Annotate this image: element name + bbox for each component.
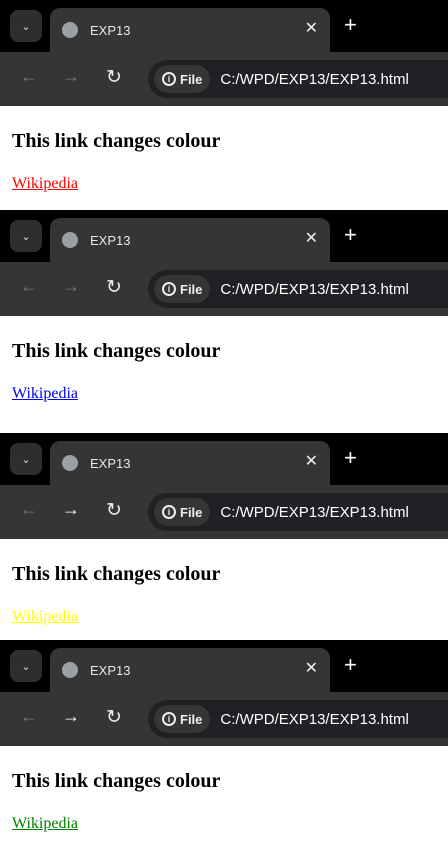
chevron-down-icon: ⌄: [21, 453, 31, 466]
close-icon[interactable]: ✕: [305, 228, 318, 248]
chevron-down-icon: ⌄: [21, 660, 31, 673]
plus-icon[interactable]: +: [344, 445, 357, 471]
address-bar[interactable]: i File C:/WPD/EXP13/EXP13.html: [148, 700, 448, 738]
file-chip-label: File: [180, 71, 203, 87]
toolbar: ← → ↻ i File C:/WPD/EXP13/EXP13.html: [0, 262, 448, 316]
tab-strip: ⌄ EXP13 ✕ +: [0, 0, 448, 52]
tab-search-button[interactable]: ⌄: [10, 10, 42, 42]
url-text[interactable]: C:/WPD/EXP13/EXP13.html: [220, 504, 408, 521]
tab-strip: ⌄ EXP13 ✕ +: [0, 640, 448, 692]
globe-icon: [62, 22, 78, 38]
close-icon[interactable]: ✕: [305, 18, 318, 38]
tab-strip: ⌄ EXP13 ✕ +: [0, 210, 448, 262]
tab-title: EXP13: [90, 22, 131, 38]
url-text[interactable]: C:/WPD/EXP13/EXP13.html: [220, 711, 408, 728]
reload-icon[interactable]: ↻: [106, 66, 122, 89]
arrow-right-icon[interactable]: →: [62, 66, 80, 87]
tab-search-button[interactable]: ⌄: [10, 220, 42, 252]
address-bar[interactable]: i File C:/WPD/EXP13/EXP13.html: [148, 270, 448, 308]
info-icon: i: [162, 712, 176, 726]
page-heading: This link changes colour: [12, 563, 221, 585]
wikipedia-link[interactable]: Wikipedia: [12, 815, 78, 833]
page-content: This link changes colour Wikipedia: [0, 316, 448, 403]
info-icon: i: [162, 72, 176, 86]
arrow-left-icon[interactable]: ←: [20, 499, 38, 520]
arrow-right-icon[interactable]: →: [62, 276, 80, 297]
reload-icon[interactable]: ↻: [106, 706, 122, 729]
tab-title: EXP13: [90, 455, 131, 471]
address-bar[interactable]: i File C:/WPD/EXP13/EXP13.html: [148, 493, 448, 531]
wikipedia-link[interactable]: Wikipedia: [12, 608, 78, 626]
tab-exp13[interactable]: EXP13 ✕: [50, 441, 330, 485]
toolbar: ← → ↻ i File C:/WPD/EXP13/EXP13.html: [0, 692, 448, 746]
reload-icon[interactable]: ↻: [106, 276, 122, 299]
arrow-left-icon[interactable]: ←: [20, 276, 38, 297]
browser-window: ⌄ EXP13 ✕ + ← → ↻ i File C:/WPD/EXP13/EX…: [0, 210, 448, 426]
plus-icon[interactable]: +: [344, 222, 357, 248]
plus-icon[interactable]: +: [344, 652, 357, 678]
url-text[interactable]: C:/WPD/EXP13/EXP13.html: [220, 281, 408, 298]
tab-exp13[interactable]: EXP13 ✕: [50, 218, 330, 262]
info-icon: i: [162, 505, 176, 519]
file-chip-label: File: [180, 281, 203, 297]
browser-window: ⌄ EXP13 ✕ + ← → ↻ i File C:/WPD/EXP13/EX…: [0, 0, 448, 210]
page-content: This link changes colour Wikipedia: [0, 746, 448, 833]
site-info-button[interactable]: i File: [154, 705, 211, 733]
close-icon[interactable]: ✕: [305, 451, 318, 471]
tab-search-button[interactable]: ⌄: [10, 443, 42, 475]
file-chip-label: File: [180, 711, 203, 727]
site-info-button[interactable]: i File: [154, 275, 211, 303]
page-heading: This link changes colour: [12, 130, 221, 152]
toolbar: ← → ↻ i File C:/WPD/EXP13/EXP13.html: [0, 52, 448, 106]
globe-icon: [62, 232, 78, 248]
file-chip-label: File: [180, 504, 203, 520]
chevron-down-icon: ⌄: [21, 20, 31, 33]
url-text[interactable]: C:/WPD/EXP13/EXP13.html: [220, 71, 408, 88]
close-icon[interactable]: ✕: [305, 658, 318, 678]
page-heading: This link changes colour: [12, 340, 221, 362]
page-heading: This link changes colour: [12, 770, 221, 792]
plus-icon[interactable]: +: [344, 12, 357, 38]
wikipedia-link[interactable]: Wikipedia: [12, 385, 78, 403]
page-content: This link changes colour Wikipedia: [0, 106, 448, 193]
globe-icon: [62, 662, 78, 678]
tab-search-button[interactable]: ⌄: [10, 650, 42, 682]
wikipedia-link[interactable]: Wikipedia: [12, 175, 78, 193]
arrow-left-icon[interactable]: ←: [20, 706, 38, 727]
info-icon: i: [162, 282, 176, 296]
arrow-right-icon[interactable]: →: [62, 706, 80, 727]
tab-title: EXP13: [90, 662, 131, 678]
reload-icon[interactable]: ↻: [106, 499, 122, 522]
address-bar[interactable]: i File C:/WPD/EXP13/EXP13.html: [148, 60, 448, 98]
tab-strip: ⌄ EXP13 ✕ +: [0, 433, 448, 485]
arrow-left-icon[interactable]: ←: [20, 66, 38, 87]
tab-title: EXP13: [90, 232, 131, 248]
tab-exp13[interactable]: EXP13 ✕: [50, 648, 330, 692]
chevron-down-icon: ⌄: [21, 230, 31, 243]
tab-exp13[interactable]: EXP13 ✕: [50, 8, 330, 52]
browser-window: ⌄ EXP13 ✕ + ← → ↻ i File C:/WPD/EXP13/EX…: [0, 640, 448, 857]
toolbar: ← → ↻ i File C:/WPD/EXP13/EXP13.html: [0, 485, 448, 539]
arrow-right-icon[interactable]: →: [62, 499, 80, 520]
page-content: This link changes colour Wikipedia: [0, 539, 448, 626]
site-info-button[interactable]: i File: [154, 65, 211, 93]
browser-window: ⌄ EXP13 ✕ + ← → ↻ i File C:/WPD/EXP13/EX…: [0, 433, 448, 640]
site-info-button[interactable]: i File: [154, 498, 211, 526]
globe-icon: [62, 455, 78, 471]
